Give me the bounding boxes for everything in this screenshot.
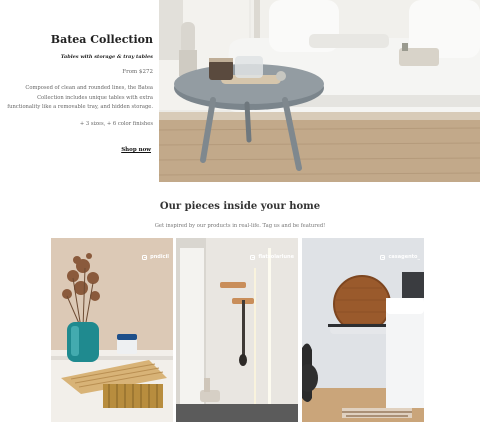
hero-sizes-note: + 3 sizes, + 6 color finishes	[79, 121, 153, 127]
hero-image	[159, 0, 480, 182]
photo-handle-2[interactable]: flatsolarlune	[250, 254, 294, 260]
photo-handle-1[interactable]: pndicil	[142, 254, 169, 260]
hero-description: Composed of clean and rounded lines, the…	[7, 85, 153, 110]
instagram-icon	[250, 254, 256, 260]
instagram-icon	[142, 254, 148, 260]
hero-price: From $272	[122, 69, 153, 75]
hero-subtitle: Tables with storage & tray tables	[60, 54, 153, 60]
gallery-photo-3[interactable]: casagento_	[302, 238, 424, 422]
shop-now-link[interactable]: Shop now	[121, 147, 151, 153]
gallery-photo-1[interactable]: pndicil	[51, 238, 173, 422]
photo-handle-text: flatsolarlune	[258, 254, 294, 260]
hero-section: Batea Collection Tables with storage & t…	[0, 0, 480, 182]
photo-handle-text: pndicil	[150, 254, 169, 260]
gallery-subtitle: Get inspired by our products in real-lif…	[154, 223, 326, 229]
gallery-photo-2[interactable]: flatsolarlune	[176, 238, 298, 422]
gallery-title: Our pieces inside your home	[159, 201, 321, 212]
photo-handle-3[interactable]: casagento_	[380, 254, 420, 260]
hero-title: Batea Collection	[50, 33, 153, 46]
instagram-icon	[380, 254, 386, 260]
hero-text-panel: Batea Collection Tables with storage & t…	[0, 0, 159, 182]
photo-handle-text: casagento_	[388, 254, 420, 260]
